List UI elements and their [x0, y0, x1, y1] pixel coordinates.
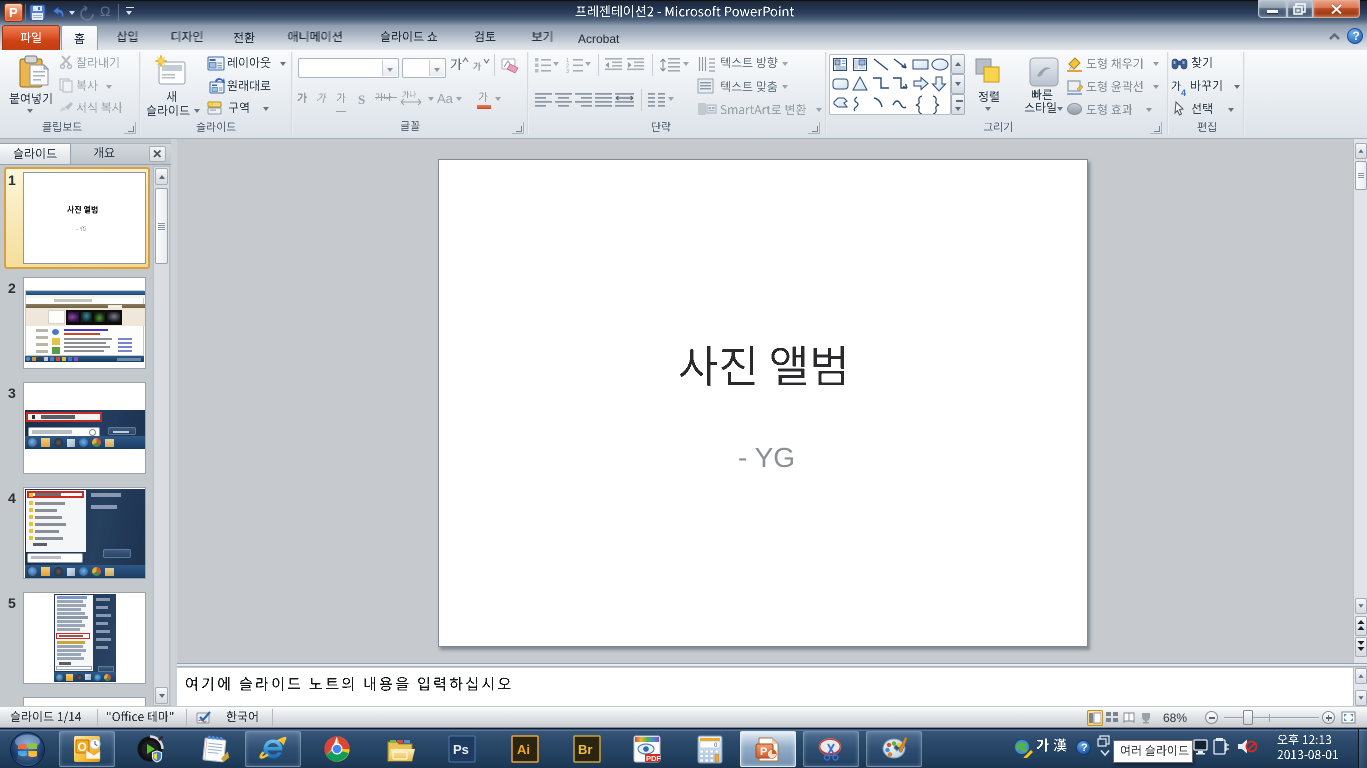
svg-text:Ai: Ai: [517, 742, 530, 757]
svg-text:3: 3: [566, 69, 569, 73]
svg-text:PDF: PDF: [646, 754, 661, 763]
svg-text:P: P: [760, 746, 767, 758]
svg-text:O: O: [78, 740, 87, 754]
svg-text:Ps: Ps: [453, 742, 469, 757]
svg-text:Br: Br: [578, 742, 592, 757]
